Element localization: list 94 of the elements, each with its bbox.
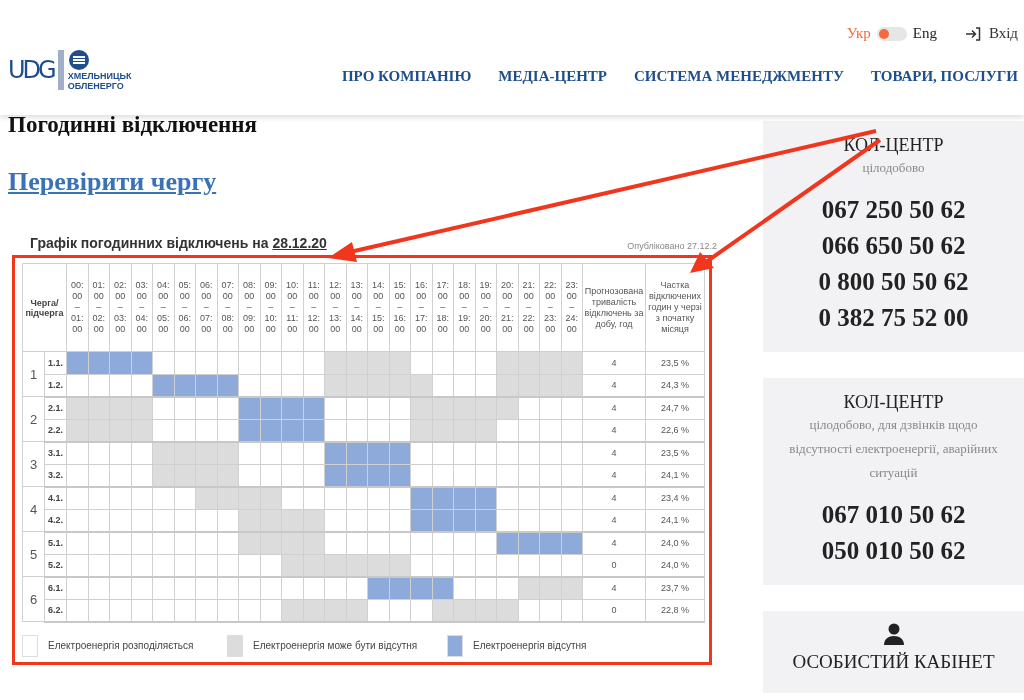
logo-pattern-icon — [57, 50, 64, 90]
subqueue-label: 5.1. — [44, 531, 67, 554]
account-panel[interactable]: ОСОБИСТИЙ КАБІНЕТ — [763, 611, 1024, 693]
table-cell: 4 — [582, 531, 646, 554]
table-cell: 4 — [582, 351, 646, 374]
table-cell: 23,5 % — [645, 351, 705, 374]
queue-number: 6 — [22, 576, 45, 622]
table-cell: 24,0 % — [645, 554, 705, 577]
table-cell: 24,0 % — [645, 531, 705, 554]
table-cell: 4 — [582, 441, 646, 464]
table-cell: 24,7 % — [645, 396, 705, 419]
subqueue-label: 1.1. — [44, 351, 67, 374]
company-name: ХМЕЛЬНИЦЬК — [67, 71, 132, 81]
phone-number[interactable]: 066 650 50 62 — [821, 232, 966, 260]
hour-header: 22: 00 – 23: 00 — [539, 263, 561, 352]
table-cell: 24,1 % — [645, 464, 705, 487]
phone-number[interactable]: 0 800 50 50 62 — [818, 268, 969, 296]
table-cell: 22,6 % — [645, 419, 705, 442]
table-cell: 0 — [582, 554, 646, 577]
panel-subtitle: цілодобово — [861, 159, 926, 177]
page-title: Погодинні відключення — [8, 111, 259, 139]
queue-number: 1 — [22, 351, 45, 397]
panel-subtitle: цілодобово, для дзвінків щодо відсутності електроенергії, аварійних ситуацій — [788, 416, 999, 482]
phone-number[interactable]: 067 010 50 62 — [821, 501, 966, 529]
language-option[interactable]: Eng — [912, 25, 937, 42]
table-cell: 24,1 % — [645, 509, 705, 532]
hour-header: 02: 00 – 03: 00 — [109, 263, 131, 352]
login-link[interactable]: Вхід — [964, 25, 1018, 42]
table-cell: 23,7 % — [645, 576, 705, 599]
subqueue-label: 3.1. — [44, 441, 67, 464]
table-cell: 4 — [582, 396, 646, 419]
hour-header: 06: 00 – 07: 00 — [195, 263, 217, 352]
language-switch[interactable] — [876, 26, 907, 41]
hour-header: 19: 00 – 20: 00 — [475, 263, 497, 352]
hour-header: 21: 00 – 22: 00 — [518, 263, 540, 352]
table-cell: 23,4 % — [645, 486, 705, 509]
table-cell: 22,8 % — [645, 599, 705, 622]
hour-header: 14: 00 – 15: 00 — [367, 263, 389, 352]
nav-link[interactable]: СИСТЕМА МЕНЕДЖМЕНТУ — [634, 68, 844, 85]
logo-mark[interactable]: UDG — [8, 56, 54, 84]
queue-number: 4 — [22, 486, 45, 532]
hour-header: 01: 00 – 02: 00 — [88, 263, 110, 352]
subqueue-label: 4.1. — [44, 486, 67, 509]
hour-header: 13: 00 – 14: 00 — [346, 263, 368, 352]
table-cell: 0 — [582, 599, 646, 622]
table-cell: 24,3 % — [645, 374, 705, 397]
nav-link[interactable]: ТОВАРИ, ПОСЛУГИ — [870, 68, 1018, 85]
phone-number[interactable]: 0 382 75 52 00 — [818, 304, 969, 332]
hour-header: 17: 00 – 18: 00 — [432, 263, 454, 352]
hour-header: 03: 00 – 04: 00 — [131, 263, 153, 352]
hour-header: 04: 00 – 05: 00 — [152, 263, 174, 352]
hour-header: 23: 00 – 24: 00 — [561, 263, 583, 352]
hour-header: 08: 00 – 09: 00 — [238, 263, 260, 352]
table-cell: 4 — [582, 576, 646, 599]
hour-header: 16: 00 – 17: 00 — [410, 263, 432, 352]
table-cell: 4 — [582, 464, 646, 487]
schedule-title: Графік погодинних відключень на 28.12.20 — [30, 235, 327, 251]
panel-title: ОСОБИСТИЙ КАБІНЕТ — [792, 651, 995, 673]
login-icon — [964, 26, 981, 41]
hour-header: 20: 00 – 21: 00 — [496, 263, 518, 352]
table-cell: 4 — [582, 486, 646, 509]
subqueue-label: 6.1. — [44, 576, 67, 599]
hour-header: 07: 00 – 08: 00 — [217, 263, 239, 352]
hour-header: 15: 00 – 16: 00 — [389, 263, 411, 352]
hour-header: 12: 00 – 13: 00 — [324, 263, 346, 352]
table-cell: 4 — [582, 509, 646, 532]
logo-icon — [67, 49, 90, 71]
column-header: Черга/ підчерга — [22, 263, 67, 352]
hour-header: 11: 00 – 12: 00 — [303, 263, 325, 352]
legend-label: Електроенергія розподіляється — [48, 640, 194, 651]
queue-number: 2 — [22, 396, 45, 442]
hour-header: 10: 00 – 11: 00 — [281, 263, 303, 352]
panel-title: КОЛ-ЦЕНТР — [842, 392, 945, 413]
table-cell: 4 — [582, 419, 646, 442]
hour-header: 09: 00 – 10: 00 — [260, 263, 282, 352]
phone-number[interactable]: 067 250 50 62 — [821, 196, 966, 224]
legend-label: Електроенергія може бути відсутня — [253, 640, 418, 651]
table-cell: 23,5 % — [645, 441, 705, 464]
column-header: Прогнозована тривалість відключень за добу, год — [582, 263, 646, 352]
published-date: Опубліковано 27.12.2 — [627, 241, 717, 251]
hour-header: 00: 00 – 01: 00 — [66, 263, 88, 352]
phone-number[interactable]: 050 010 50 62 — [821, 537, 966, 565]
person-icon — [883, 623, 904, 645]
nav-link[interactable]: МЕДІА-ЦЕНТР — [498, 68, 607, 85]
check-queue-link[interactable]: Перевірити чергу — [8, 167, 217, 197]
hour-header: 18: 00 – 19: 00 — [453, 263, 475, 352]
queue-number: 3 — [22, 441, 45, 487]
nav-link[interactable]: ПРО КОМПАНІЮ — [341, 68, 472, 85]
queue-number: 5 — [22, 531, 45, 577]
legend-label: Електроенергія відсутня — [473, 640, 587, 651]
subqueue-label: 2.1. — [44, 396, 67, 419]
company-name: ОБЛЕНЕРГО — [67, 81, 124, 91]
table-cell: 4 — [582, 374, 646, 397]
hour-header: 05: 00 – 06: 00 — [174, 263, 196, 352]
